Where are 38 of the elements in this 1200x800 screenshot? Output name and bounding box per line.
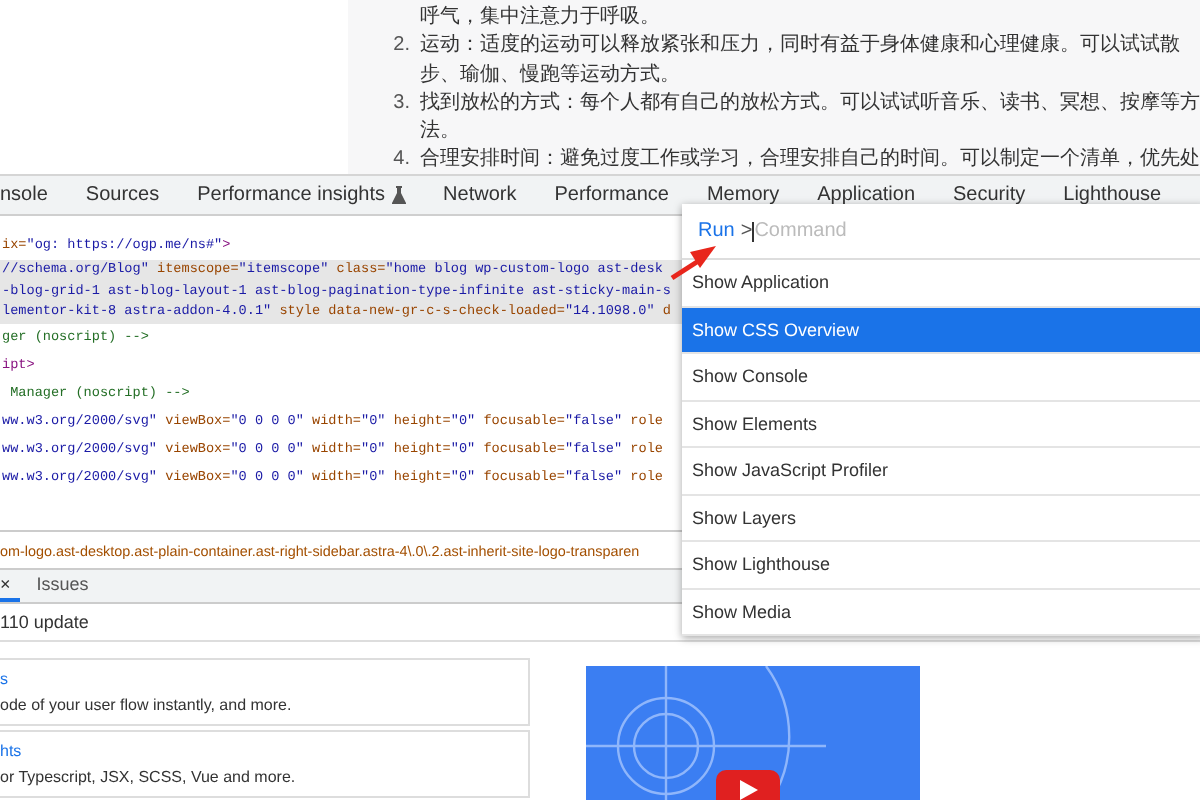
list-text: 找到放松的方式：每个人都有自己的放松方式。可以试试听音乐、读书、冥想、按摩等方 (420, 89, 1200, 118)
command-item[interactable]: Show Elements (682, 401, 1200, 448)
card-description: or Typescript, JSX, SCSS, Vue and more. (0, 768, 298, 786)
card-description: ode of your user flow instantly, and more. (0, 696, 294, 714)
list-number: 4. (393, 148, 410, 171)
devtools-tab[interactable]: Application (798, 184, 935, 206)
list-text: 呼气，集中注意力于呼吸。 (420, 4, 660, 32)
devtools-tab[interactable]: Memory (687, 184, 799, 206)
command-item[interactable]: Show Layers (682, 495, 1200, 542)
command-input[interactable]: Run >Command (682, 204, 1200, 260)
flask-icon (391, 186, 406, 204)
card-link[interactable]: hts (0, 742, 528, 760)
devtools-tab[interactable]: Network (424, 184, 536, 206)
devtools-tab[interactable]: Performance (535, 184, 688, 206)
list-text: 合理安排时间：避免过度工作或学习，合理安排自己的时间。可以制定一个清单，优先处 (420, 146, 1200, 175)
list-text: 运动：适度的运动可以释放紧张和压力，同时有益于身体健康和心理健康。可以试试散 (420, 32, 1180, 61)
devtools-tab[interactable]: Performance insights (178, 184, 425, 206)
run-label: Run (698, 220, 735, 242)
video-thumbnail[interactable] (586, 666, 920, 800)
list-number: 3. (393, 91, 410, 114)
command-placeholder: Command (754, 220, 847, 242)
devtools-tab[interactable]: Lighthouse (1044, 184, 1181, 206)
devtools-tab[interactable]: nsole (0, 184, 67, 206)
drawer-tab[interactable]: × (0, 570, 21, 602)
command-prefix: > (740, 220, 753, 242)
command-item[interactable]: Show Media (682, 589, 1200, 636)
list-number: 2. (393, 34, 410, 57)
drawer-message: 110 update (0, 612, 89, 632)
command-item[interactable]: Show JavaScript Profiler (682, 448, 1200, 495)
devtools-tab[interactable]: Sources (66, 184, 179, 206)
devtools-tab[interactable]: Security (934, 184, 1045, 206)
card-link[interactable]: s (0, 670, 528, 688)
command-item[interactable]: Show Lighthouse (682, 542, 1200, 589)
command-item[interactable]: Show Console (682, 354, 1200, 401)
command-item[interactable]: Show CSS Overview (682, 307, 1200, 354)
list-text: 步、瑜伽、慢跑等运动方式。 (420, 61, 680, 90)
drawer-tab[interactable]: Issues (36, 570, 99, 602)
list-text: 法。 (420, 118, 460, 147)
